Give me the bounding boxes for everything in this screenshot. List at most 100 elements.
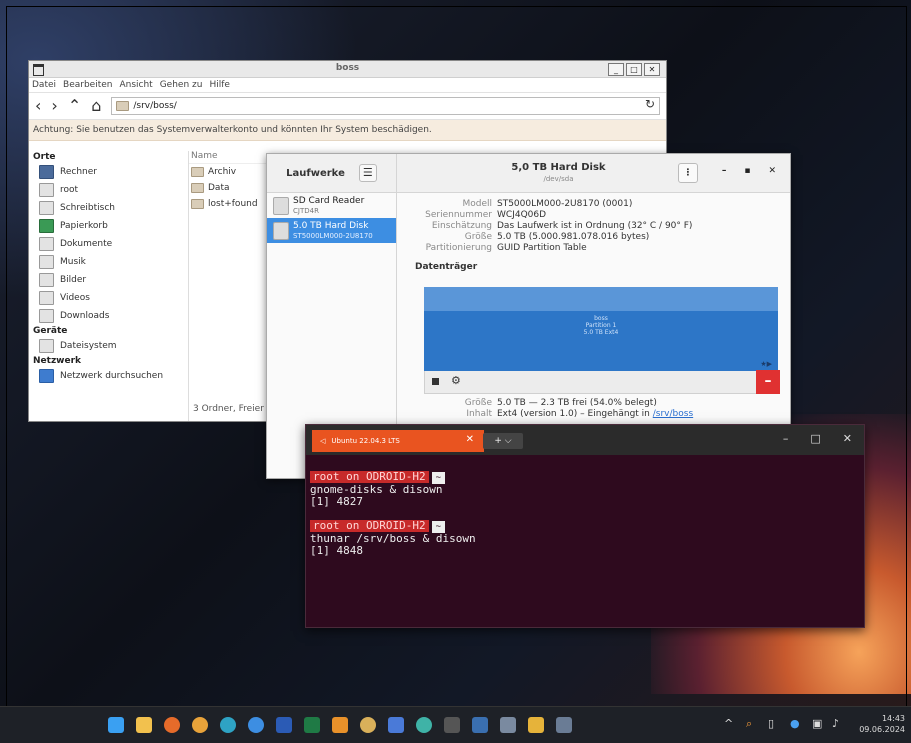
window-icon[interactable] [556, 717, 572, 733]
hamburger-menu-icon[interactable]: ☰ [358, 164, 377, 182]
edge-icon[interactable] [220, 717, 236, 733]
folder-icon [39, 291, 54, 305]
clock[interactable]: 14:43 09.06.2024 [859, 713, 905, 735]
location-path: /srv/boss/ [133, 101, 177, 111]
gear-icon[interactable]: ⚙ [451, 374, 461, 387]
minimize-button[interactable]: – [783, 432, 789, 445]
maximize-button[interactable]: □ [626, 63, 642, 76]
forward-icon[interactable]: › [51, 98, 57, 114]
thunar-sidebar: Orte Rechner root Schreibtisch Papierkor… [29, 151, 187, 421]
sidebar-item-downloads[interactable]: Downloads [29, 307, 187, 325]
search-icon[interactable]: ⌕ [746, 717, 752, 731]
folder-icon [39, 309, 54, 323]
computer-icon [39, 165, 54, 179]
sidebar-item-netzwerk[interactable]: Netzwerk durchsuchen [29, 367, 187, 385]
sidebar-item-rechner[interactable]: Rechner [29, 163, 187, 181]
ubuntu-icon: ◁ [320, 437, 326, 445]
network-tray-icon[interactable]: ▣ [812, 717, 822, 730]
menu-hilfe[interactable]: Hilfe [209, 80, 229, 90]
prop-assessment: Einschätzung Das Laufwerk ist in Ordnung … [431, 221, 693, 231]
prop-model: Modell ST5000LM000-2U8170 (0001) [462, 199, 633, 209]
folder-icon [39, 273, 54, 287]
sd-card-icon [273, 196, 289, 215]
drive-options-icon[interactable]: ⋮ [678, 163, 698, 183]
close-button[interactable]: ✕ [843, 432, 852, 445]
vlc-icon[interactable] [332, 717, 348, 733]
new-tab-button[interactable]: + ⌵ [483, 433, 523, 449]
drive-icon [39, 339, 54, 353]
chrome-icon[interactable] [192, 717, 208, 733]
partition-map[interactable]: boss Partition 1 5.0 TB Ext4 ★▶ [424, 287, 778, 371]
sidebar-item-bilder[interactable]: Bilder [29, 271, 187, 289]
sidebar-item-musik[interactable]: Musik [29, 253, 187, 271]
sidebar-item-dokumente[interactable]: Dokumente [29, 235, 187, 253]
prompt-label: root on ODROID-H2 [310, 520, 429, 532]
paint-icon[interactable] [360, 717, 376, 733]
home-icon[interactable]: ⌂ [91, 98, 101, 114]
prop-serial: Seriennummer WCJ4Q06D [425, 210, 547, 220]
drive-item-sd-card[interactable]: SD Card Reader CJTD4R [267, 193, 396, 218]
drive-item-hard-disk[interactable]: 5.0 TB Hard Disk ST5000LM000-2U8170 [267, 218, 396, 243]
location-bar[interactable]: /srv/boss/ ↻ [111, 97, 660, 115]
usb-icon[interactable]: ▯ [768, 717, 774, 730]
maximize-button[interactable]: □ [810, 432, 820, 445]
sidebar-item-root[interactable]: root [29, 181, 187, 199]
minimize-button[interactable]: _ [608, 63, 624, 76]
start-icon[interactable] [108, 717, 124, 733]
terminal-tab[interactable]: ◁ Ubuntu 22.04.3 LTS ✕ [312, 430, 484, 452]
menu-gehen-zu[interactable]: Gehen zu [160, 80, 203, 90]
thunar-titlebar[interactable]: boss _ □ ✕ [29, 61, 666, 78]
word-icon[interactable] [276, 717, 292, 733]
sidebar-item-videos[interactable]: Videos [29, 289, 187, 307]
installer-icon[interactable] [528, 717, 544, 733]
disks-headerbar: Laufwerke ☰ 5,0 TB Hard Disk /dev/sda ⋮ … [267, 154, 790, 193]
reload-icon[interactable]: ↻ [645, 97, 655, 111]
app-icon[interactable] [416, 717, 432, 733]
folder-icon [191, 167, 204, 177]
browser-icon[interactable] [248, 717, 264, 733]
image-viewer-icon[interactable] [500, 717, 516, 733]
folder-icon [39, 237, 54, 251]
places-header: Orte [33, 152, 56, 162]
disk-title: 5,0 TB Hard Disk [511, 162, 606, 173]
command-line: thunar /srv/boss & disown [310, 532, 476, 545]
mount-point-link[interactable]: /srv/boss [653, 409, 693, 419]
terminal-output[interactable]: root on ODROID-H2 ~ gnome-disks & disown … [306, 455, 864, 557]
remote-desktop-icon[interactable] [472, 717, 488, 733]
menu-datei[interactable]: Datei [32, 80, 56, 90]
delete-partition-button[interactable]: – [756, 370, 780, 394]
menu-bearbeiten[interactable]: Bearbeiten [63, 80, 112, 90]
trash-icon [39, 219, 54, 233]
sidebar-item-schreibtisch[interactable]: Schreibtisch [29, 199, 187, 217]
folder-icon [39, 255, 54, 269]
terminal-window: ◁ Ubuntu 22.04.3 LTS ✕ + ⌵ – □ ✕ root on… [305, 424, 865, 628]
maximize-button[interactable]: ▪ [744, 166, 750, 176]
close-button[interactable]: ✕ [768, 166, 776, 176]
chevron-up-icon[interactable]: ^ [724, 717, 733, 730]
clock-date: 09.06.2024 [859, 725, 905, 734]
security-icon[interactable]: ● [790, 717, 800, 730]
back-icon[interactable]: ‹ [35, 98, 41, 114]
up-icon[interactable]: ⌃ [68, 98, 81, 114]
folder-icon [191, 183, 204, 193]
close-tab-icon[interactable]: ✕ [466, 434, 474, 445]
menu-ansicht[interactable]: Ansicht [119, 80, 152, 90]
volume-icon[interactable]: ♪ [832, 717, 839, 730]
excel-icon[interactable] [304, 717, 320, 733]
terminal-icon[interactable] [444, 717, 460, 733]
file-explorer-icon[interactable] [136, 717, 152, 733]
network-header: Netzwerk [33, 356, 82, 366]
close-button[interactable]: ✕ [644, 63, 660, 76]
unmount-button[interactable] [432, 378, 439, 385]
firefox-icon[interactable] [164, 717, 180, 733]
notepad-icon[interactable] [388, 717, 404, 733]
prop-partitioning: Partitionierung GUID Partition Table [425, 243, 587, 253]
disk-subtitle: /dev/sda [543, 175, 574, 183]
minimize-button[interactable]: – [722, 166, 727, 176]
sidebar-item-papierkorb[interactable]: Papierkorb [29, 217, 187, 235]
thunar-title: boss [335, 63, 360, 73]
command-output: [1] 4827 [310, 495, 363, 508]
sidebar-item-dateisystem[interactable]: Dateisystem [29, 337, 187, 355]
home-folder-icon [39, 183, 54, 197]
terminal-titlebar[interactable]: ◁ Ubuntu 22.04.3 LTS ✕ + ⌵ – □ ✕ [306, 425, 864, 455]
